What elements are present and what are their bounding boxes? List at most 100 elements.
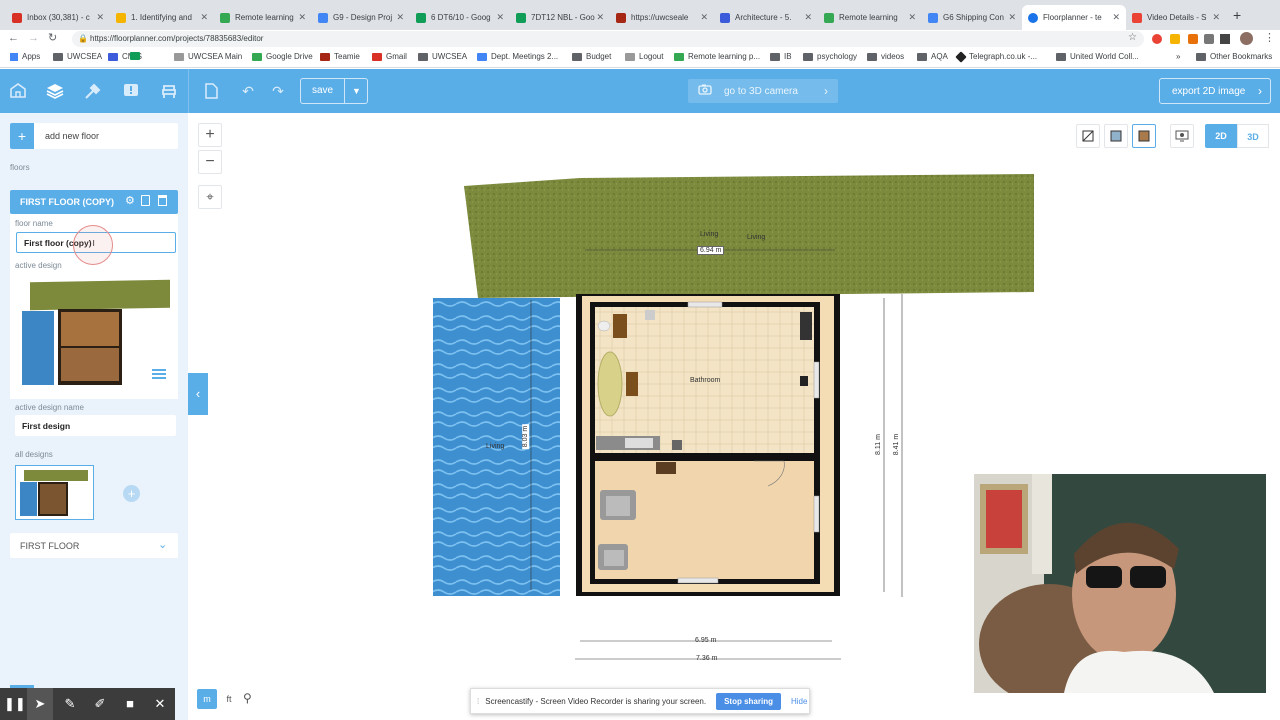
gmail-icon [372, 52, 382, 61]
close-icon[interactable]: ✕ [1212, 12, 1220, 23]
browser-tab[interactable]: 6 DT6/10 - Goog ✕ [410, 5, 510, 30]
pause-icon[interactable]: ❚❚ [4, 696, 26, 712]
bookmarks-overflow[interactable]: » [1176, 52, 1180, 61]
rooms-icon[interactable] [8, 81, 28, 101]
save-button[interactable]: save [301, 79, 344, 103]
floor-row[interactable]: FIRST FLOOR ⌄ [10, 533, 178, 558]
browser-tab-active[interactable]: Floorplanner - te ✕ [1022, 5, 1126, 30]
browser-tab[interactable]: G6 Shipping Con ✕ [922, 5, 1022, 30]
extension-icon[interactable] [1152, 34, 1162, 44]
list-view-icon[interactable] [152, 369, 166, 379]
extension-icon[interactable] [1204, 34, 1214, 44]
gear-icon[interactable]: ⚙ [125, 194, 135, 207]
active-design-thumbnail[interactable] [15, 275, 175, 389]
active-design-name-input[interactable]: First design [15, 415, 176, 436]
reload-icon[interactable]: ↻ [48, 31, 57, 44]
unit-metric-button[interactable]: m [197, 689, 217, 709]
cursor-icon[interactable]: ➤ [32, 696, 48, 712]
url-field[interactable]: 🔒 https://floorplanner.com/projects/7883… [72, 31, 1144, 47]
new-document-icon[interactable] [201, 81, 221, 101]
trash-icon[interactable] [158, 195, 167, 206]
current-floor-header[interactable]: FIRST FLOOR (COPY) ⚙ [10, 190, 178, 214]
extension-icon[interactable] [1170, 34, 1180, 44]
bookmark-item[interactable]: Telegraph.co.uk -... [955, 50, 1037, 63]
bookmark-item[interactable]: CMIS [130, 52, 144, 60]
other-bookmarks[interactable]: Other Bookmarks [1196, 52, 1272, 61]
close-icon[interactable]: ✕ [804, 12, 812, 23]
close-icon[interactable]: ✕ [1008, 12, 1016, 23]
browser-tab-bar: Inbox (30,381) - c ✕ 1. Identifying and ✕ … [0, 0, 1280, 30]
browser-tab[interactable]: Inbox (30,381) - c ✕ [6, 5, 110, 30]
app-toolbar: ↶ ↷ [0, 69, 1280, 113]
bookmark-item[interactable]: Google Drive [252, 52, 313, 61]
unit-imperial-button[interactable]: ft [219, 689, 239, 709]
close-icon[interactable]: ✕ [908, 12, 916, 23]
undo-icon[interactable]: ↶ [238, 81, 258, 101]
browser-tab[interactable]: Architecture - 5. ✕ [714, 5, 818, 30]
new-tab-icon[interactable]: + [1233, 7, 1241, 23]
browser-tab[interactable]: G9 - Design Proj ✕ [312, 5, 410, 30]
browser-tab[interactable]: https://uwcseale ✕ [610, 5, 714, 30]
furniture-icon[interactable] [159, 81, 179, 101]
export-2d-image-button[interactable]: export 2D image › [1159, 78, 1271, 104]
bookmark-item[interactable]: UWCSEA [53, 52, 102, 61]
webcam-icon[interactable]: ■ [122, 696, 138, 712]
close-icon[interactable]: ✕ [396, 12, 404, 23]
bookmark-item[interactable]: Gmail [372, 52, 407, 61]
forward-icon[interactable]: → [28, 32, 39, 44]
close-icon[interactable]: ✕ [700, 12, 708, 23]
info-icon[interactable] [121, 81, 141, 101]
browser-tab[interactable]: Remote learning ✕ [818, 5, 922, 30]
bookmark-apps[interactable]: Apps [10, 52, 40, 61]
add-design-icon[interactable]: + [123, 485, 140, 502]
bookmark-item[interactable]: UWCSEA [418, 52, 467, 61]
avatar[interactable] [1240, 32, 1253, 45]
bookmark-item[interactable]: videos [867, 52, 904, 61]
design-thumbnail[interactable] [15, 465, 94, 520]
hide-button[interactable]: Hide [791, 697, 807, 706]
extension-icon[interactable] [1188, 34, 1198, 44]
bookmark-item[interactable]: AQA [917, 52, 948, 61]
build-tools-icon[interactable] [83, 81, 103, 101]
bookmark-item[interactable]: United World Coll... [1056, 52, 1139, 61]
highlighter-icon[interactable]: ✐ [92, 696, 108, 712]
bookmark-item[interactable]: Dept. Meetings 2... [477, 52, 558, 61]
browser-tab[interactable]: Remote learning ✕ [214, 5, 312, 30]
chevron-right-icon: › [1258, 84, 1262, 98]
site-icon [174, 52, 184, 61]
back-icon[interactable]: ← [8, 32, 19, 44]
layers-icon[interactable] [45, 81, 65, 101]
close-icon[interactable]: ✕ [152, 696, 168, 712]
bookmark-item[interactable]: Logout [625, 52, 663, 61]
chevron-down-icon[interactable]: ⌄ [158, 538, 167, 551]
close-icon[interactable]: ✕ [1112, 12, 1120, 23]
bookmark-item[interactable]: Remote learning p... [674, 52, 760, 61]
bookmark-item[interactable]: IB [770, 52, 792, 61]
redo-icon[interactable]: ↷ [268, 81, 288, 101]
chevron-down-icon[interactable]: ▼ [345, 79, 368, 103]
close-icon[interactable]: ✕ [200, 12, 208, 23]
go-to-3d-camera-button[interactable]: go to 3D camera › [688, 79, 838, 103]
close-icon[interactable]: ✕ [596, 12, 604, 23]
close-icon[interactable]: ✕ [298, 12, 306, 23]
bookmark-item[interactable]: psychology [803, 52, 857, 61]
stop-sharing-button[interactable]: Stop sharing [716, 692, 781, 710]
bookmark-item[interactable]: UWCSEA Main [174, 52, 242, 61]
close-icon[interactable]: ✕ [96, 12, 104, 23]
search-icon[interactable]: ⚲ [243, 691, 252, 705]
star-icon[interactable]: ☆ [1128, 32, 1137, 43]
drag-handle-icon[interactable]: ⁞ [477, 697, 479, 706]
menu-icon[interactable]: ⋮ [1264, 31, 1275, 44]
bookmark-item[interactable]: Budget [572, 52, 611, 61]
pen-icon[interactable]: ✎ [62, 696, 78, 712]
browser-tab[interactable]: Video Details - S ✕ [1126, 5, 1226, 30]
add-new-floor-row[interactable]: + add new floor [10, 123, 178, 149]
extension-icon[interactable] [1220, 34, 1230, 44]
browser-tab[interactable]: 1. Identifying and ✕ [110, 5, 214, 30]
apps-icon [10, 52, 18, 61]
folder-icon [418, 52, 428, 61]
close-icon[interactable]: ✕ [496, 12, 504, 23]
bookmark-item[interactable]: Teamie [320, 52, 360, 61]
copy-icon[interactable] [141, 195, 150, 206]
browser-tab[interactable]: 7DT12 NBL - Goo ✕ [510, 5, 610, 30]
